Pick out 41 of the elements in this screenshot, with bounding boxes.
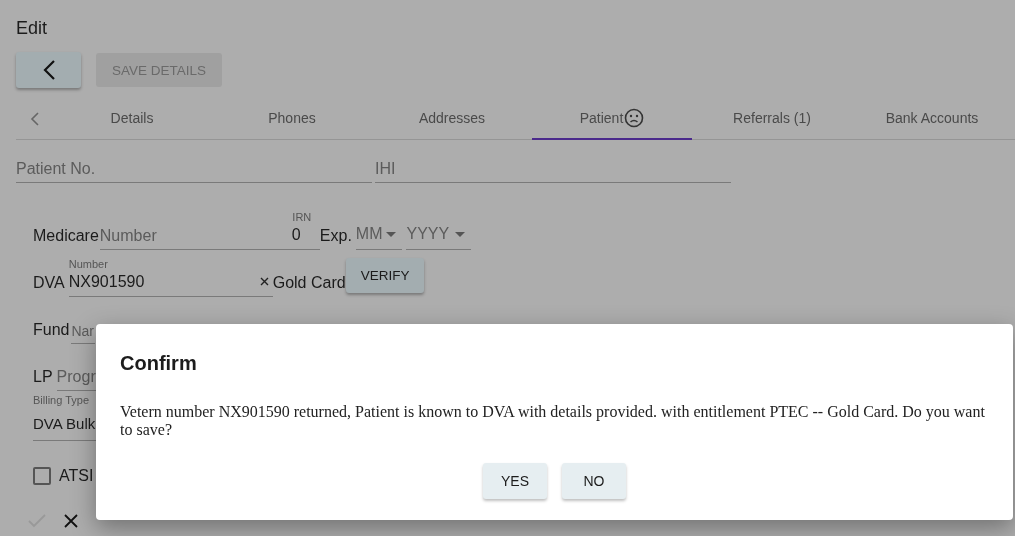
- atsi-label: ATSI: [59, 467, 94, 485]
- tab[interactable]: Patient: [532, 98, 692, 140]
- back-button[interactable]: [16, 52, 81, 88]
- ihi-field[interactable]: IHI: [375, 156, 731, 183]
- tab[interactable]: Phones: [212, 98, 372, 140]
- dropdown-caret-icon: [386, 231, 397, 237]
- fund-label: Fund: [33, 321, 70, 340]
- clear-icon: [259, 277, 269, 286]
- dropdown-caret-icon: [455, 231, 466, 237]
- lp-label: LP: [33, 368, 53, 387]
- tab[interactable]: Bank Accounts: [852, 98, 1012, 140]
- year-select[interactable]: YYYY: [406, 221, 472, 250]
- month-select[interactable]: MM: [355, 221, 403, 250]
- billing-type-label: Billing Type: [33, 394, 91, 407]
- medicare-label: Medicare: [33, 227, 99, 246]
- chevron-left-icon: [29, 111, 39, 126]
- dva-label: DVA: [33, 273, 65, 292]
- dialog-message: Vetern number NX901590 returned, Patient is known to DVA with details provided. with entitlement PTEC -- Gold Card. Do you want to save?: [120, 403, 986, 439]
- checkbox[interactable]: [33, 467, 51, 485]
- yes-button[interactable]: YES: [483, 463, 547, 499]
- verify-button[interactable]: VERIFY: [345, 258, 425, 293]
- tab[interactable]: Referrals (1): [692, 98, 852, 140]
- medicare-number-field[interactable]: Number: [99, 223, 284, 250]
- patient-number-field[interactable]: Patient No.: [16, 156, 372, 183]
- dva-number-label: Number: [68, 258, 109, 271]
- program-field[interactable]: Progr: [56, 364, 97, 391]
- card-type-label: Gold Card: [272, 273, 346, 292]
- dva-number-field[interactable]: NX901590: [68, 271, 273, 297]
- irn-field[interactable]: 0: [283, 224, 320, 250]
- cancel-button[interactable]: [64, 514, 78, 528]
- page-title: Edit: [16, 17, 49, 40]
- tab[interactable]: Details: [52, 98, 212, 140]
- chevron-left-icon: [41, 59, 56, 81]
- tab[interactable]: Addresses: [372, 98, 532, 140]
- close-icon: [64, 514, 78, 528]
- sad-face-icon: [624, 108, 645, 128]
- dialog-title: Confirm: [120, 352, 198, 375]
- fund-name-field[interactable]: Nar: [71, 319, 96, 344]
- no-button[interactable]: NO: [562, 463, 626, 499]
- expiry-label: Exp.: [319, 227, 352, 246]
- irn-label: IRN: [292, 211, 312, 224]
